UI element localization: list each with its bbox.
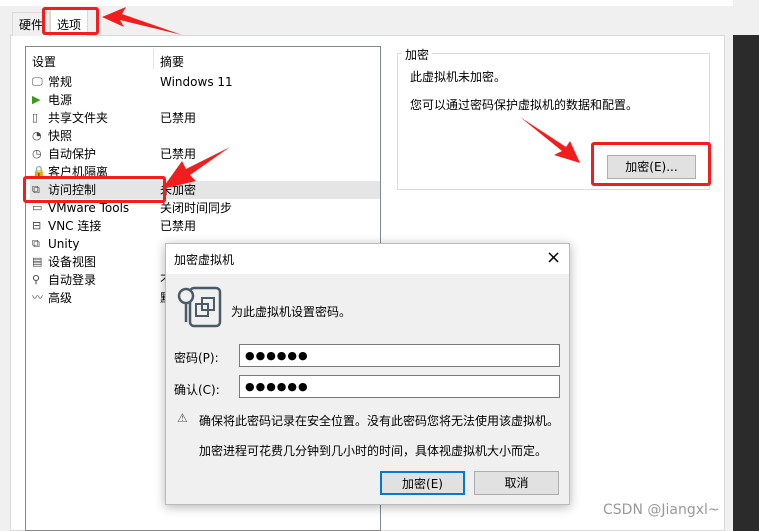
key-vm-icon (177, 286, 222, 328)
monitor-icon: 🖵 (32, 75, 43, 88)
item-summary: Windows 11 (160, 75, 233, 89)
unity-icon: ⧉ (32, 237, 40, 250)
dialog-title: 加密虚拟机 (174, 253, 235, 267)
encryption-status: 此虚拟机未加密。 (410, 70, 507, 84)
item-name: 设备视图 (48, 255, 97, 269)
list-item[interactable]: ⊟ VNC 连接 已禁用 (30, 217, 380, 235)
dialog-titlebar: 加密虚拟机 × (166, 244, 569, 274)
item-name: 电源 (48, 93, 73, 107)
watermark: CSDN @Jiangxl~ (603, 502, 720, 518)
annotation-box-tab (42, 7, 99, 35)
background-dark-area (733, 35, 759, 531)
vm-icon: ▭ (32, 201, 43, 214)
snapshot-icon: ◔ (32, 129, 42, 142)
play-icon: ▶ (32, 93, 41, 106)
list-item[interactable]: 🖵 常规 Windows 11 (30, 73, 380, 91)
column-header-summary[interactable]: 摘要 (160, 53, 184, 70)
clock-icon: ◷ (32, 147, 42, 160)
item-name: 快照 (48, 129, 73, 143)
encrypt-vm-dialog: 加密虚拟机 × 为此虚拟机设置密码。 密码(P): ●●●●●● 确认(C): … (165, 243, 570, 505)
list-item[interactable]: ◔ 快照 (30, 127, 380, 145)
item-summary: 已禁用 (160, 111, 197, 125)
confirm-label: 确认(C): (174, 383, 220, 397)
folder-share-icon: ▯ (32, 111, 39, 124)
dialog-cancel-button[interactable]: 取消 (474, 471, 559, 495)
password-input[interactable]: ●●●●●● (239, 344, 560, 367)
encryption-group-label: 加密 (402, 46, 433, 63)
column-divider (153, 49, 154, 69)
encryption-description: 您可以通过密码保护虚拟机的数据和配置。 (410, 98, 639, 112)
warning-icon: ⚠ (177, 411, 188, 425)
annotation-box-encrypt (591, 142, 711, 186)
password-label: 密码(P): (174, 351, 219, 365)
dialog-encrypt-button[interactable]: 加密(E) (380, 471, 465, 495)
item-summary: 已禁用 (160, 219, 197, 233)
item-name: 高级 (48, 291, 73, 305)
vnc-icon: ⊟ (32, 219, 42, 232)
annotation-arrow-encrypt (520, 117, 580, 163)
item-name: 常规 (48, 75, 73, 89)
annotation-arrow-tab (102, 7, 182, 35)
tab-label: 硬件 (19, 18, 44, 32)
item-name: VNC 连接 (48, 219, 102, 233)
annotation-box-access (23, 176, 166, 203)
list-item[interactable]: ▶ 电源 (30, 91, 380, 109)
device-view-icon: ▤ (32, 255, 43, 268)
list-item[interactable]: ▯ 共享文件夹 已禁用 (30, 109, 380, 127)
duration-note: 加密进程可花费几分钟到几小时的时间，具体视虚拟机大小而定。 (199, 444, 548, 458)
close-icon[interactable]: × (546, 247, 561, 268)
annotation-arrow-access (162, 147, 230, 189)
item-name: 自动保护 (48, 147, 97, 161)
user-key-icon: ⚲ (32, 273, 41, 286)
dialog-prompt: 为此虚拟机设置密码。 (231, 305, 352, 319)
advanced-icon: 〰 (32, 291, 43, 304)
item-name: 自动登录 (48, 273, 97, 287)
column-header-setting[interactable]: 设置 (32, 53, 56, 70)
item-summary: 关闭时间同步 (160, 201, 233, 215)
item-name: Unity (48, 237, 80, 251)
confirm-password-input[interactable]: ●●●●●● (239, 375, 560, 398)
item-name: 共享文件夹 (48, 111, 109, 125)
warning-text: 确保将此密码记录在安全位置。没有此密码您将无法使用该虚拟机。 (199, 414, 560, 428)
